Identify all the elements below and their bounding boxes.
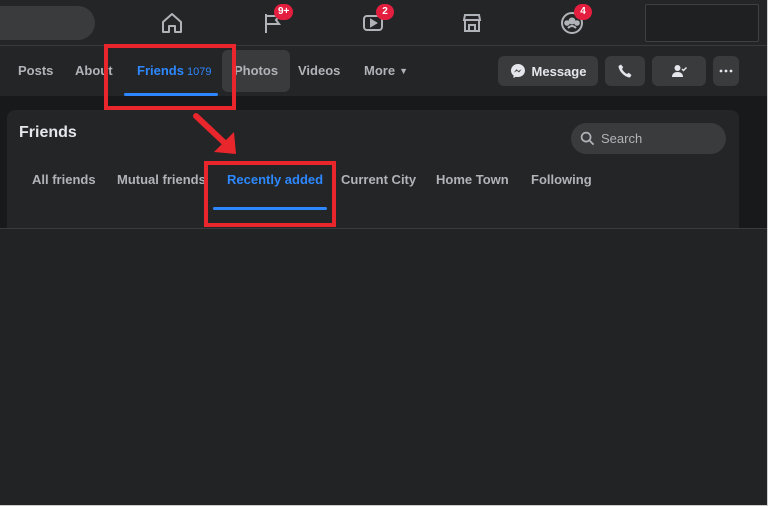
tab-current-city[interactable]: Current City [341,172,416,187]
marketplace-icon [462,14,482,32]
tab-following[interactable]: Following [531,172,592,187]
messenger-icon [510,64,525,78]
watch-nav-button[interactable]: 2 [358,4,394,38]
tab-all-friends[interactable]: All friends [32,172,96,187]
home-nav-button[interactable] [157,8,187,38]
friends-search-placeholder: Search [601,131,643,146]
marketplace-nav-button[interactable] [457,8,487,38]
ellipsis-icon [719,69,733,73]
pages-nav-button[interactable]: 9+ [258,4,294,38]
message-button-label: Message [531,63,587,79]
tab-posts[interactable]: Posts [18,46,53,96]
recently-added-highlight-box [204,161,336,227]
tab-more-label: More [364,63,396,78]
friend-status-button[interactable] [652,56,706,86]
tab-videos[interactable]: Videos [298,46,340,96]
friend-check-icon [672,65,687,77]
friends-search-input[interactable]: Search [571,123,726,154]
phone-icon [618,64,632,78]
search-icon [580,131,595,146]
message-button[interactable]: Message [498,56,598,86]
account-menu-area[interactable] [645,4,759,42]
tab-mutual-friends[interactable]: Mutual friends [117,172,206,187]
facebook-search-bar[interactable] [0,6,95,40]
home-icon [162,13,182,33]
friends-card: Friends Search All friends Mutual friend… [7,110,739,228]
annotation-arrow-icon [193,113,236,154]
watch-badge: 2 [376,4,394,20]
call-button[interactable] [605,56,645,86]
top-navigation-bar: 9+ 2 4 [0,0,767,46]
groups-badge: 4 [574,4,592,20]
tab-home-town[interactable]: Home Town [436,172,509,187]
pages-badge: 9+ [274,4,294,20]
groups-nav-button[interactable]: 4 [557,4,592,38]
tab-more[interactable]: More ▼ [364,46,408,96]
more-options-button[interactable] [713,56,739,86]
friends-list-area [0,228,767,505]
friends-section-title: Friends [19,124,77,141]
friends-tab-highlight-box [104,44,236,110]
caret-down-icon: ▼ [399,66,408,76]
screenshot-frame: 9+ 2 4 Posts About Friends 1079 Photos V… [0,0,768,506]
